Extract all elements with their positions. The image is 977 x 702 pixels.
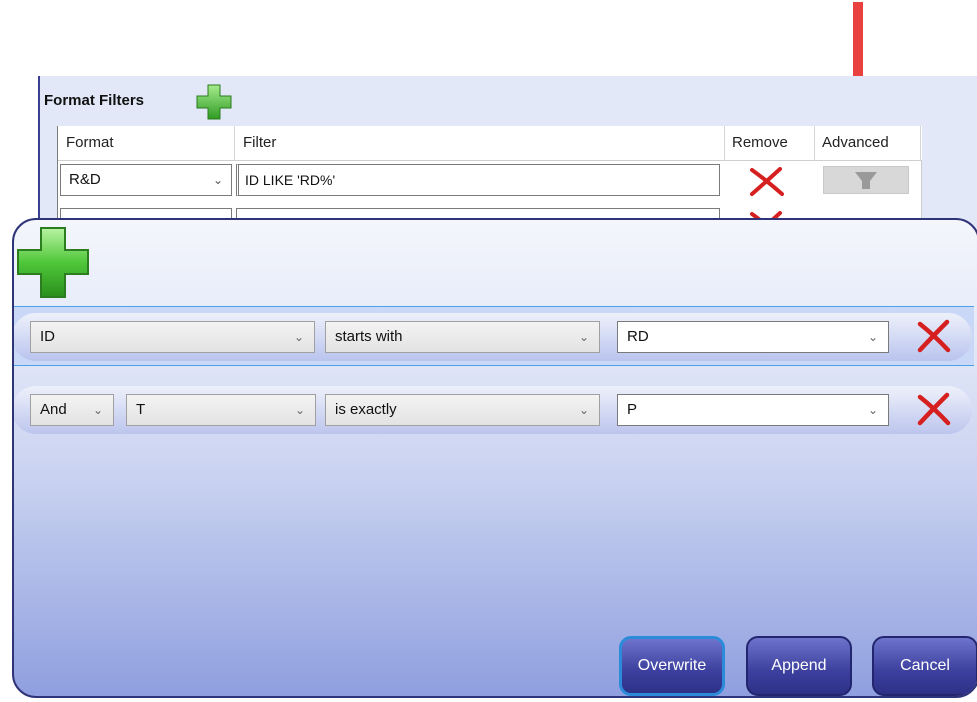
chevron-down-icon: ⌄ — [212, 173, 223, 187]
advanced-filter-dialog: ID ⌄ starts with ⌄ RD ⌄ And ⌄ T ⌄ is exa… — [12, 218, 977, 698]
value-combobox[interactable]: RD ⌄ — [617, 321, 889, 353]
operator-select[interactable]: is exactly ⌄ — [325, 394, 600, 426]
field-select-value: ID — [40, 328, 55, 345]
overwrite-button[interactable]: Overwrite — [619, 636, 725, 696]
operator-select[interactable]: starts with ⌄ — [325, 321, 600, 353]
operator-select-value: is exactly — [335, 401, 397, 418]
condition-row[interactable]: And ⌄ T ⌄ is exactly ⌄ P ⌄ — [14, 380, 974, 440]
field-select-value: T — [136, 401, 146, 418]
format-select-value: R&D — [69, 171, 101, 188]
operator-select-value: starts with — [335, 328, 403, 345]
chevron-down-icon: ⌄ — [293, 330, 304, 344]
condition-row[interactable]: ID ⌄ starts with ⌄ RD ⌄ — [14, 306, 974, 366]
advanced-filter-button[interactable] — [823, 166, 909, 194]
format-filters-title: Format Filters — [44, 92, 145, 109]
connector-select[interactable]: And ⌄ — [30, 394, 114, 426]
value-combobox-value: RD — [627, 328, 649, 345]
plus-icon[interactable] — [194, 82, 234, 122]
format-select[interactable]: R&D ⌄ — [60, 164, 232, 196]
close-icon[interactable] — [914, 392, 954, 426]
chevron-down-icon: ⌄ — [578, 330, 589, 344]
chevron-down-icon: ⌄ — [578, 403, 589, 417]
chevron-down-icon: ⌄ — [867, 330, 878, 344]
field-select[interactable]: ID ⌄ — [30, 321, 315, 353]
connector-select-value: And — [40, 401, 67, 418]
close-icon[interactable] — [746, 166, 786, 198]
field-select[interactable]: T ⌄ — [126, 394, 316, 426]
plus-icon[interactable] — [14, 222, 94, 302]
value-combobox[interactable]: P ⌄ — [617, 394, 889, 426]
append-button[interactable]: Append — [746, 636, 852, 696]
column-header-filter[interactable]: Filter — [235, 126, 725, 160]
column-header-remove[interactable]: Remove — [725, 126, 815, 160]
funnel-icon — [855, 172, 877, 189]
grid-header: Format Filter Remove Advanced — [58, 126, 922, 161]
value-combobox-value: P — [627, 401, 638, 418]
column-header-advanced[interactable]: Advanced — [815, 126, 921, 160]
cancel-button[interactable]: Cancel — [872, 636, 977, 696]
close-icon[interactable] — [914, 319, 954, 353]
chevron-down-icon: ⌄ — [294, 403, 305, 417]
chevron-down-icon: ⌄ — [867, 403, 878, 417]
chevron-down-icon: ⌄ — [92, 403, 103, 417]
column-header-format[interactable]: Format — [58, 126, 235, 160]
filter-input[interactable]: ID LIKE 'RD%' — [236, 164, 720, 196]
